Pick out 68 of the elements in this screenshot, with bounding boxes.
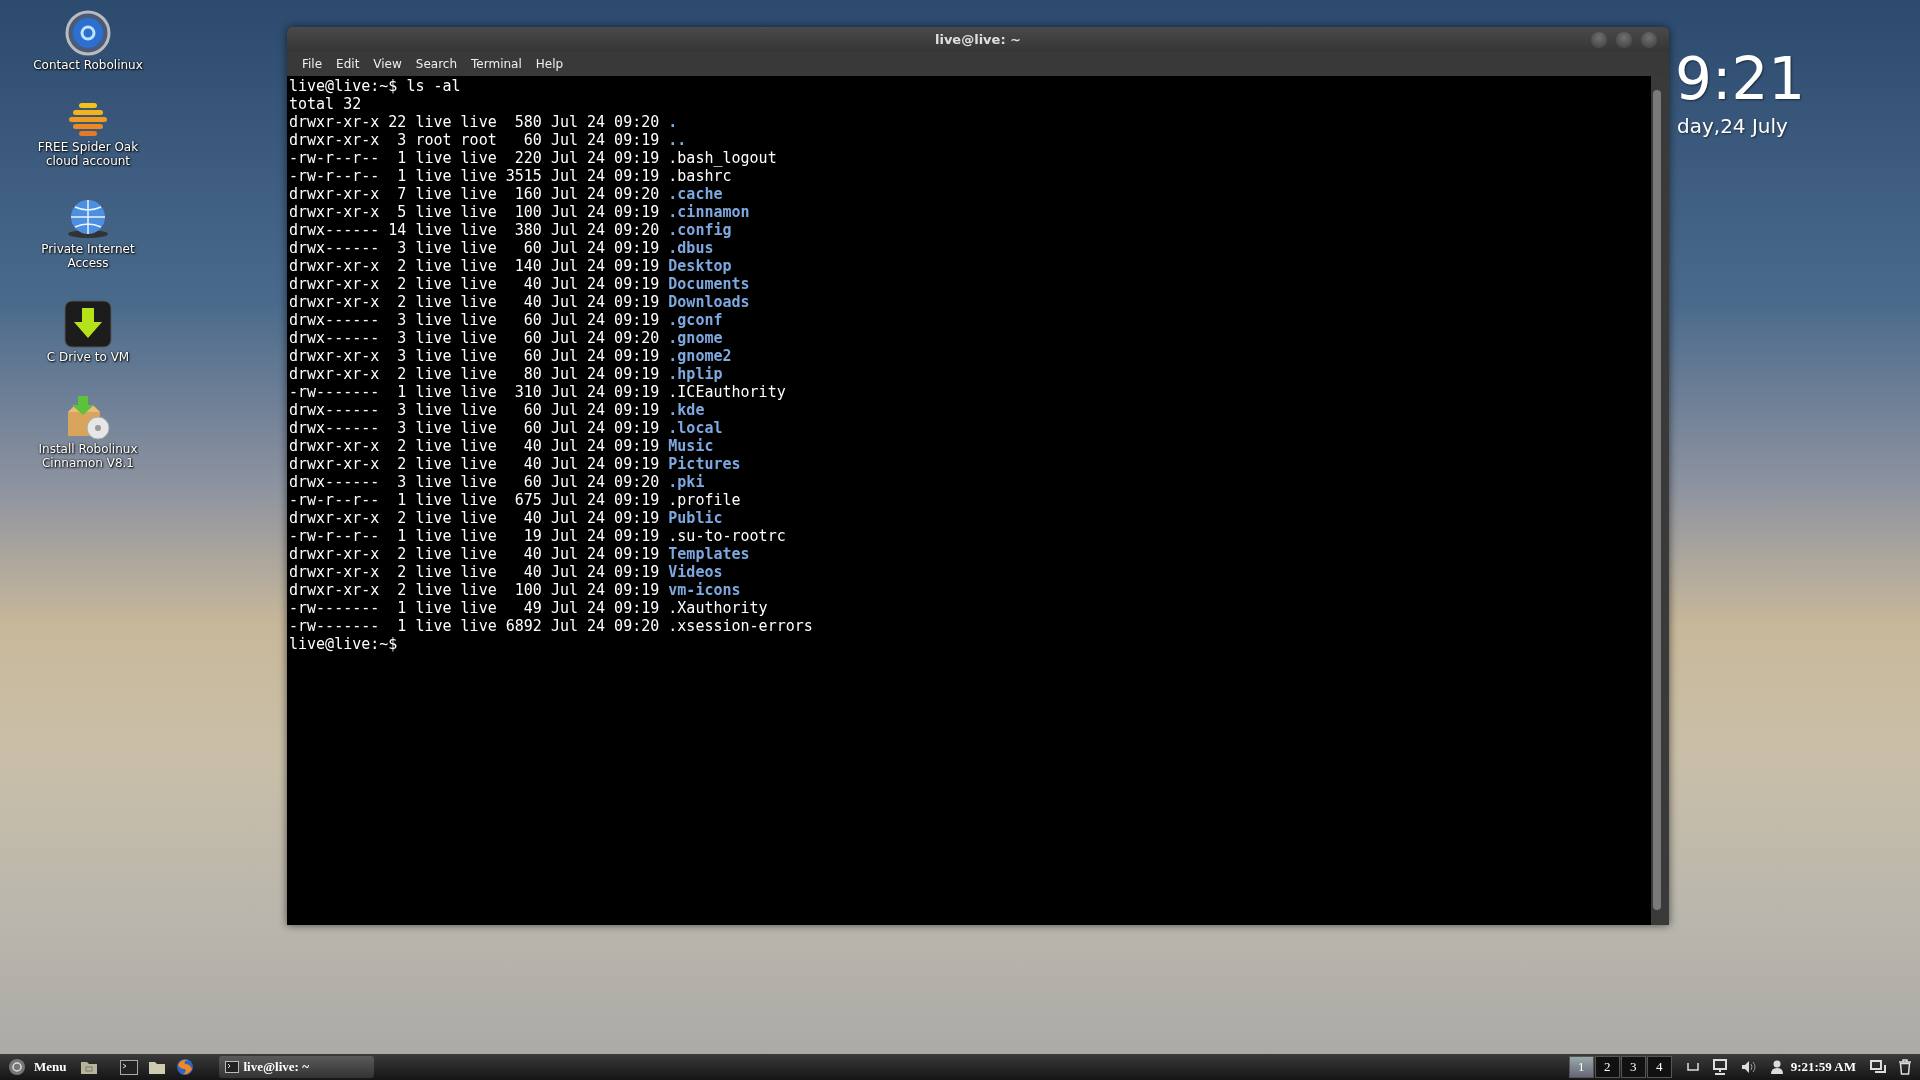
terminal-line: drwxr-xr-x 2 live live 80 Jul 24 09:19 .hplip <box>289 365 723 383</box>
desklet-clock-date: day,24 July <box>1677 114 1789 138</box>
terminal-line: drwxr-xr-x 2 live live 40 Jul 24 09:19 Downloads <box>289 293 750 311</box>
menu-item[interactable]: File <box>295 57 330 71</box>
terminal-line: -rw------- 1 live live 310 Jul 24 09:19 .ICEauthority <box>289 383 786 401</box>
terminal-line: live@live:~$ <box>289 635 398 653</box>
window-title: live@live: ~ <box>935 32 1021 47</box>
terminal-line: -rw-r--r-- 1 live live 220 Jul 24 09:19 .bash_logout <box>289 149 777 167</box>
terminal-line: drwxr-xr-x 7 live live 160 Jul 24 09:20 .cache <box>289 185 723 203</box>
terminal-line: drwx------ 3 live live 60 Jul 24 09:19 .dbus <box>289 239 714 257</box>
globe-icon <box>175 1058 194 1076</box>
menu-item[interactable]: Help <box>528 57 571 71</box>
desktop-icon-label[interactable]: Contact Robolinux <box>23 58 153 72</box>
terminal-line: drwxr-xr-x 3 live live 60 Jul 24 09:19 .gnome2 <box>289 347 732 365</box>
terminal-line: drwxr-xr-x 22 live live 580 Jul 24 09:20 . <box>289 113 678 131</box>
terminal-line: drwx------ 3 live live 60 Jul 24 09:19 .local <box>289 419 723 437</box>
menu-item[interactable]: Terminal <box>464 57 529 71</box>
menu-button[interactable]: Menu <box>0 1055 75 1079</box>
terminal-line: drwxr-xr-x 2 live live 40 Jul 24 09:19 Videos <box>289 563 723 581</box>
terminal-line: drwxr-xr-x 2 live live 40 Jul 24 09:19 Documents <box>289 275 750 293</box>
terminal-line: -rw-r--r-- 1 live live 3515 Jul 24 09:19 .bashrc <box>289 167 732 185</box>
terminal-line: drwx------ 3 live live 60 Jul 24 09:19 .gconf <box>289 311 723 329</box>
workspace-button[interactable]: 4 <box>1646 1056 1672 1078</box>
terminal-line: drwxr-xr-x 2 live live 140 Jul 24 09:19 Desktop <box>289 257 732 275</box>
terminal-line: drwxr-xr-x 5 live live 100 Jul 24 09:19 .cinnamon <box>289 203 750 221</box>
windows-icon[interactable] <box>1870 1060 1886 1074</box>
terminal-line: drwx------ 3 live live 60 Jul 24 09:19 .kde <box>289 401 705 419</box>
desklet-clock-time: 9:21 <box>1675 44 1806 114</box>
volume-icon[interactable] <box>1740 1060 1757 1074</box>
workspace-button[interactable]: 2 <box>1594 1056 1620 1078</box>
terminal-icon <box>224 1061 239 1073</box>
show-desktop-icon[interactable] <box>1686 1063 1699 1071</box>
window-list-button[interactable]: live@live: ~ <box>218 1056 374 1078</box>
stacked-bars-icon <box>67 102 109 138</box>
terminal-line: -rw------- 1 live live 6892 Jul 24 09:20 .xsession-errors <box>289 617 813 635</box>
user-icon[interactable] <box>1770 1060 1783 1074</box>
taskbar-clock[interactable]: 9:21:59 AM <box>1790 1059 1856 1075</box>
menu-item[interactable]: Edit <box>329 57 367 71</box>
globe-icon <box>65 198 111 240</box>
terminal-line: drwxr-xr-x 2 live live 40 Jul 24 09:19 Public <box>289 509 723 527</box>
menu-item[interactable]: Search <box>408 57 465 71</box>
terminal-line: drwx------ 14 live live 380 Jul 24 09:20 .config <box>289 221 732 239</box>
desktop-icon-label[interactable]: FREE Spider Oak cloud account <box>23 140 153 168</box>
desktop-icon-label[interactable]: C Drive to VM <box>23 350 153 364</box>
network-icon[interactable] <box>1712 1059 1727 1075</box>
folder-icon <box>147 1059 166 1075</box>
folder-icon <box>79 1059 98 1075</box>
terminal-line: total 32 <box>289 95 362 113</box>
scrollbar[interactable] <box>1651 76 1669 925</box>
terminal-line: drwxr-xr-x 2 live live 40 Jul 24 09:19 Templates <box>289 545 750 563</box>
terminal-line: drwx------ 3 live live 60 Jul 24 09:20 .gnome <box>289 329 723 347</box>
terminal-line: -rw-r--r-- 1 live live 675 Jul 24 09:19 .profile <box>289 491 741 509</box>
workspace-button[interactable]: 1 <box>1568 1056 1594 1078</box>
terminal-line: drwxr-xr-x 3 root root 60 Jul 24 09:19 .. <box>289 131 687 149</box>
menu-item[interactable]: View <box>366 57 409 71</box>
scrollbar-thumb[interactable] <box>1653 90 1661 910</box>
trash-icon[interactable] <box>1898 1059 1912 1075</box>
terminal-line: drwx------ 3 live live 60 Jul 24 09:20 .pki <box>289 473 705 491</box>
terminal-line: drwxr-xr-x 2 live live 40 Jul 24 09:19 Music <box>289 437 714 455</box>
terminal-line: live@live:~$ ls -al <box>289 77 461 95</box>
terminal-line: -rw------- 1 live live 49 Jul 24 09:19 .Xauthority <box>289 599 768 617</box>
terminal-line: -rw-r--r-- 1 live live 19 Jul 24 09:19 .su-to-rootrc <box>289 527 786 545</box>
terminal-icon <box>119 1059 138 1075</box>
terminal-line: drwxr-xr-x 2 live live 40 Jul 24 09:19 Pictures <box>289 455 741 473</box>
terminal-line: drwxr-xr-x 2 live live 100 Jul 24 09:19 vm-icons <box>289 581 741 599</box>
menu-logo-icon <box>8 1058 26 1076</box>
workspace-button[interactable]: 3 <box>1620 1056 1646 1078</box>
desktop-icon-label[interactable]: Private Internet Access <box>23 242 153 270</box>
